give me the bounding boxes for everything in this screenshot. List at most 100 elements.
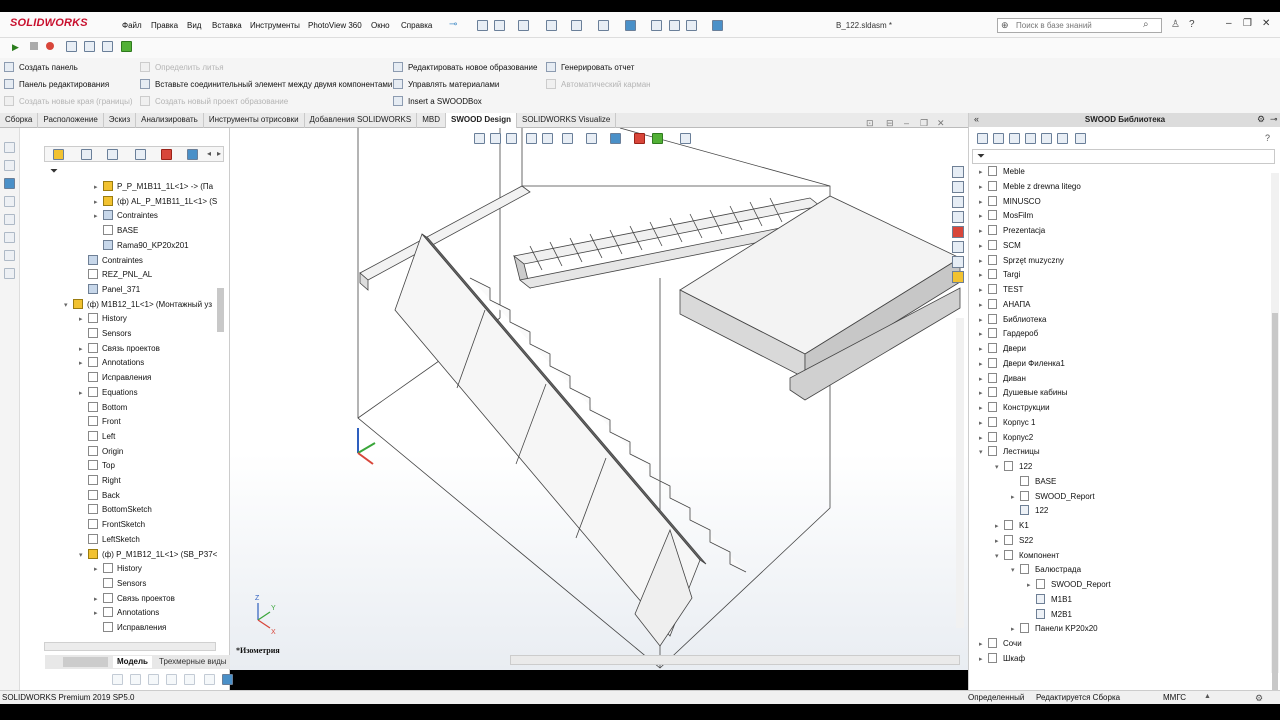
tree-node[interactable]: ▸ History xyxy=(79,312,127,326)
appearances-pane-icon[interactable] xyxy=(952,226,964,238)
library-item[interactable]: ▸ SWOOD_Report xyxy=(1011,490,1095,504)
strip-icon-1[interactable] xyxy=(4,142,15,153)
expand-arrow-icon[interactable]: ▸ xyxy=(979,196,988,210)
library-item[interactable]: ▸ Гардероб xyxy=(979,327,1038,341)
tree-node[interactable]: Origin xyxy=(79,445,123,459)
appearance-icon[interactable] xyxy=(634,133,645,144)
rebuild-icon[interactable] xyxy=(651,20,662,31)
search-input[interactable]: Поиск в базе знаний xyxy=(997,18,1162,33)
lib-view-1-icon[interactable] xyxy=(977,133,988,144)
expand-arrow-icon[interactable]: ▸ xyxy=(979,240,988,254)
lib-help-icon[interactable]: ? xyxy=(1265,133,1270,143)
viewport-tile-icon[interactable]: ⊟ xyxy=(886,118,894,129)
library-item[interactable]: BASE xyxy=(1011,475,1056,489)
tree-node[interactable]: ▸ Contraintes xyxy=(94,209,158,223)
tree-node[interactable]: ▾ (ф) M1B12_1L<1> (Монтажный уз xyxy=(64,298,212,312)
select-icon[interactable] xyxy=(625,20,636,31)
tree-node[interactable]: Rama90_KP20x201 xyxy=(94,239,189,253)
menu-photoview[interactable]: PhotoView 360 xyxy=(308,21,362,30)
customize-icon[interactable] xyxy=(712,20,723,31)
swood-pane-icon[interactable] xyxy=(952,256,964,268)
expand-arrow-icon[interactable]: ▸ xyxy=(979,402,988,416)
library-filter-input[interactable]: ⏷ xyxy=(972,149,1275,164)
expand-arrow-icon[interactable]: ▸ xyxy=(979,373,988,387)
library-item[interactable]: ▸ АНАПА xyxy=(979,298,1030,312)
expand-arrow-icon[interactable]: ▸ xyxy=(979,343,988,357)
define-casting-button[interactable]: Определить литья xyxy=(140,62,224,74)
zoom-fit-icon[interactable] xyxy=(474,133,485,144)
macro-edit-icon[interactable] xyxy=(84,41,95,52)
strip-icon-4[interactable] xyxy=(4,196,15,207)
menu-file[interactable]: Файл xyxy=(122,21,142,30)
strip-icon-8[interactable] xyxy=(4,268,15,279)
search-icon[interactable]: ⌕ xyxy=(1143,19,1149,30)
library-item[interactable]: ▸ Корпус2 xyxy=(979,431,1033,445)
tab-4[interactable]: Инструменты отрисовки xyxy=(204,113,305,128)
bt-icon-3[interactable] xyxy=(148,674,159,685)
library-item[interactable]: ▸ Панели KP20x20 xyxy=(1011,622,1098,636)
tree-node[interactable]: ▸ Связь проектов xyxy=(79,342,160,356)
library-scroll-thumb[interactable] xyxy=(1272,313,1278,693)
library-item[interactable]: ▸ Sprzęt muzyczny xyxy=(979,254,1064,268)
restore-icon[interactable]: ❐ xyxy=(1243,18,1252,29)
bt-icon-1[interactable] xyxy=(112,674,123,685)
tree-node[interactable]: Sensors xyxy=(94,577,146,591)
expand-arrow-icon[interactable]: ▸ xyxy=(979,284,988,298)
tab-2[interactable]: Эскиз xyxy=(104,113,137,128)
expand-arrow-icon[interactable]: ▾ xyxy=(979,446,988,460)
strip-icon-6[interactable] xyxy=(4,232,15,243)
bt-icon-7[interactable] xyxy=(222,674,233,685)
bt-icon-6[interactable] xyxy=(204,674,215,685)
expand-arrow-icon[interactable]: ▾ xyxy=(1011,564,1020,578)
play-icon[interactable]: ▶ xyxy=(12,42,19,53)
library-item[interactable]: M1B1 xyxy=(1027,593,1072,607)
library-item[interactable]: ▾ 122 xyxy=(995,460,1032,474)
menu-edit[interactable]: Правка xyxy=(151,21,178,30)
expand-arrow-icon[interactable]: ▸ xyxy=(79,387,88,401)
library-item[interactable]: ▾ Лестницы xyxy=(979,445,1040,459)
manage-materials-button[interactable]: Управлять материалами xyxy=(393,79,499,91)
tree-node[interactable]: ▸ Связь проектов xyxy=(94,592,175,606)
tree-node[interactable]: Right xyxy=(79,474,121,488)
units-arrow-icon[interactable]: ▲ xyxy=(1204,693,1211,700)
tree-node[interactable]: Left xyxy=(79,430,115,444)
collapse-icon[interactable]: « xyxy=(974,114,979,124)
tab-nav-arrows[interactable] xyxy=(63,657,108,667)
undo-icon[interactable] xyxy=(598,20,609,31)
tree-node[interactable]: Исправления xyxy=(94,621,166,635)
print-icon[interactable] xyxy=(571,20,582,31)
record-icon[interactable] xyxy=(46,42,54,50)
bt-icon-5[interactable] xyxy=(184,674,195,685)
tab-5[interactable]: Добавления SOLIDWORKS xyxy=(305,113,418,128)
tab-0[interactable]: Сборка xyxy=(0,113,39,128)
tree-node[interactable]: BASE xyxy=(94,224,138,238)
library-item[interactable]: ▸ Конструкции xyxy=(979,401,1050,415)
expand-arrow-icon[interactable]: ▸ xyxy=(79,343,88,357)
scene-icon[interactable] xyxy=(652,133,663,144)
tab-7[interactable]: SWOOD Design xyxy=(445,113,517,128)
library-item[interactable]: ▸ Сочи xyxy=(979,637,1022,651)
tree-node[interactable]: ▸ History xyxy=(94,562,142,576)
library-item[interactable]: ▸ S22 xyxy=(995,534,1033,548)
expand-arrow-icon[interactable]: ▸ xyxy=(979,166,988,180)
viewport-hscroll[interactable] xyxy=(510,655,960,665)
file-properties-icon[interactable] xyxy=(669,20,680,31)
expand-arrow-icon[interactable]: ▸ xyxy=(1011,623,1020,637)
strip-icon-3[interactable] xyxy=(4,178,15,189)
home-pane-icon[interactable] xyxy=(952,166,964,178)
library-item[interactable]: ▸ SCM xyxy=(979,239,1021,253)
expand-arrow-icon[interactable]: ▸ xyxy=(1011,491,1020,505)
tab-scroll-right-icon[interactable]: ▸ xyxy=(217,149,221,158)
expand-arrow-icon[interactable]: ▸ xyxy=(979,314,988,328)
expand-arrow-icon[interactable]: ▸ xyxy=(979,638,988,652)
expand-arrow-icon[interactable]: ▸ xyxy=(94,607,103,621)
tree-hscroll[interactable] xyxy=(44,642,216,651)
insert-swoodbox-button[interactable]: Insert a SWOODBox xyxy=(393,96,482,108)
section-view-icon[interactable] xyxy=(526,133,537,144)
pin-icon[interactable]: ⊸ xyxy=(449,19,457,30)
lib-view-5-icon[interactable] xyxy=(1041,133,1052,144)
expand-arrow-icon[interactable]: ▸ xyxy=(79,357,88,371)
expand-arrow-icon[interactable]: ▸ xyxy=(995,520,1004,534)
filter-icon[interactable]: ⏷ xyxy=(50,166,58,177)
property-manager-icon[interactable] xyxy=(81,149,92,160)
